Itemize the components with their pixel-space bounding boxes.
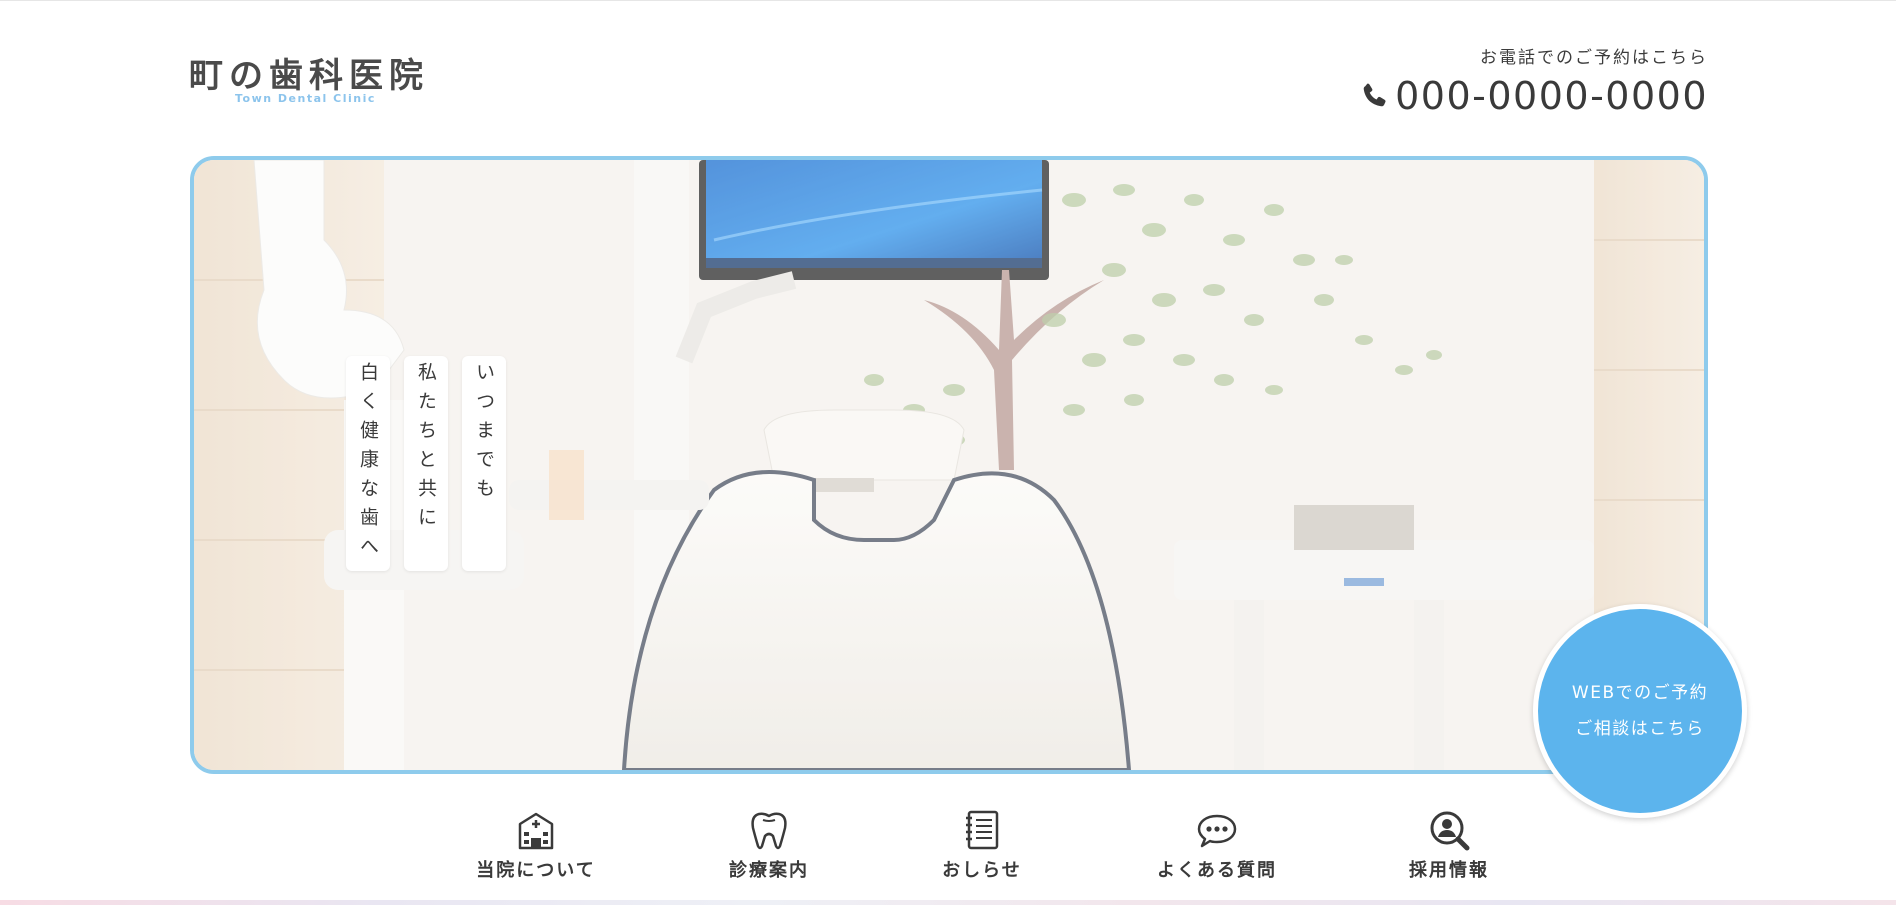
- phone-number[interactable]: 000-0000-0000: [1395, 74, 1708, 118]
- nav-item-treatment[interactable]: 診療案内: [726, 808, 812, 882]
- nav-label-about: 当院について: [476, 860, 596, 881]
- phone-contact: お電話でのご予約はこちら 000-0000-0000: [1359, 46, 1708, 118]
- chat-bubble-icon: [1197, 814, 1237, 848]
- nav-item-news[interactable]: おしらせ: [940, 808, 1024, 882]
- search-person-icon: [1430, 811, 1470, 851]
- web-button-line-1: WEBでのご予約: [1571, 683, 1709, 703]
- phone-icon: [1363, 83, 1386, 107]
- nav-item-about[interactable]: 当院について: [474, 808, 598, 882]
- logo-name: 町の歯科医院: [189, 56, 429, 96]
- hero-tagline: いつまでも 私たちと共に 白く健康な歯へ: [346, 356, 506, 571]
- clinic-logo[interactable]: 町の歯科医院 Town Dental Clinic: [189, 56, 429, 105]
- nav-label-treatment: 診療案内: [729, 860, 809, 881]
- bottom-decoration: [0, 900, 1896, 905]
- notebook-icon: [966, 810, 999, 850]
- main-nav: 当院について 診療案内 おしらせ よくある質問 採用情報: [0, 808, 1896, 888]
- phone-row[interactable]: 000-0000-0000: [1359, 74, 1708, 118]
- nav-item-recruit[interactable]: 採用情報: [1406, 808, 1492, 882]
- tagline-line-2: 私たちと共に: [404, 356, 448, 571]
- clinic-building-icon: [518, 812, 554, 850]
- web-button-line-2: ご相談はこちら: [1575, 719, 1705, 739]
- phone-caption: お電話でのご予約はこちら: [1480, 48, 1708, 68]
- nav-label-faq: よくある質問: [1157, 860, 1277, 881]
- tagline-line-1: いつまでも: [462, 356, 506, 571]
- tagline-line-3: 白く健康な歯へ: [346, 356, 390, 571]
- tooth-icon: [751, 812, 787, 850]
- nav-label-news: おしらせ: [942, 860, 1022, 881]
- nav-label-recruit: 採用情報: [1409, 860, 1489, 881]
- site-header: 町の歯科医院 Town Dental Clinic お電話でのご予約はこちら 0…: [0, 0, 1896, 150]
- nav-item-faq[interactable]: よくある質問: [1155, 808, 1279, 882]
- web-reservation-button[interactable]: WEBでのご予約 ご相談はこちら: [1533, 604, 1747, 818]
